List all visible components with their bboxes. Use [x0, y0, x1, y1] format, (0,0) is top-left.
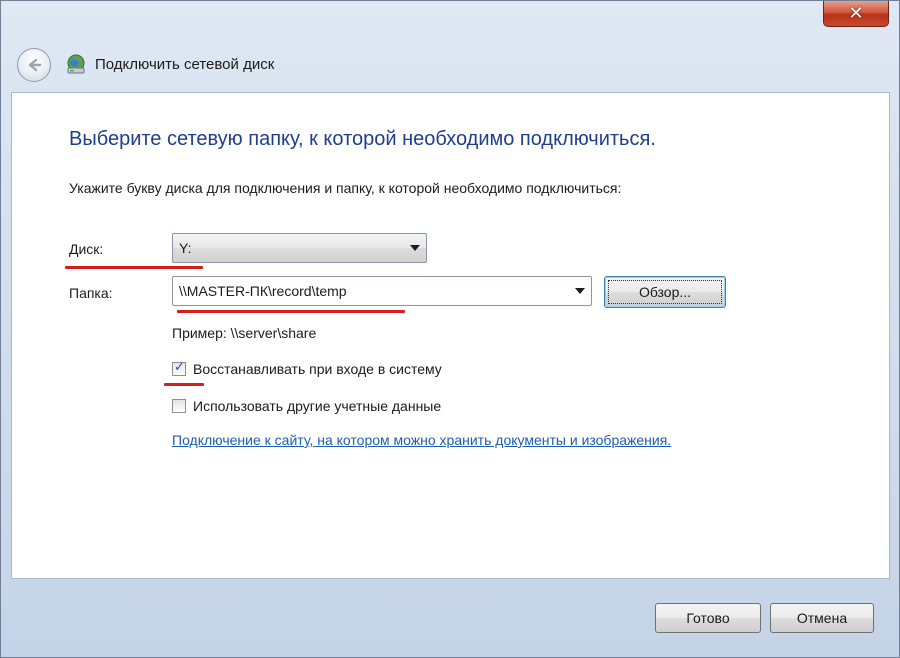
instruction-text: Укажите букву диска для подключения и па…	[69, 180, 622, 196]
cancel-button[interactable]: Отмена	[770, 603, 874, 633]
window-title: Подключить сетевой диск	[95, 56, 275, 73]
back-button[interactable]	[17, 48, 51, 82]
folder-input-value: \\MASTER-ПК\record\temp	[179, 283, 347, 299]
folder-combobox[interactable]: \\MASTER-ПК\record\temp	[172, 276, 592, 306]
chevron-down-icon	[410, 245, 420, 251]
browse-button[interactable]: Обзор...	[604, 276, 726, 308]
focus-rectangle	[608, 280, 722, 304]
page-heading: Выберите сетевую папку, к которой необхо…	[69, 128, 656, 150]
folder-label: Папка:	[69, 285, 113, 301]
annotation-underline-drive	[65, 266, 203, 269]
content-panel: Выберите сетевую папку, к которой необхо…	[11, 92, 890, 579]
back-arrow-icon	[28, 58, 42, 72]
website-connection-link[interactable]: Подключение к сайту, на котором можно хр…	[172, 432, 671, 448]
drive-select-value: Y:	[179, 240, 192, 256]
close-button[interactable]: ✕	[823, 1, 889, 27]
finish-button-label: Готово	[686, 610, 730, 626]
reconnect-label[interactable]: Восстанавливать при входе в систему	[193, 361, 442, 377]
other-credentials-checkbox[interactable]	[172, 399, 186, 413]
other-credentials-label[interactable]: Использовать другие учетные данные	[193, 398, 441, 414]
reconnect-checkbox[interactable]: ✓	[172, 360, 186, 376]
annotation-underline-folder	[177, 310, 405, 313]
network-drive-icon	[67, 54, 85, 74]
drive-select[interactable]: Y:	[172, 233, 427, 263]
cancel-button-label: Отмена	[796, 610, 848, 626]
finish-button[interactable]: Готово	[655, 603, 761, 633]
chevron-down-icon	[575, 288, 585, 294]
map-network-drive-dialog: ✕ Подключить сетевой диск Выберите сетев…	[0, 0, 900, 658]
example-text: Пример: \\server\share	[172, 325, 317, 341]
close-icon: ✕	[848, 3, 864, 24]
drive-label: Диск:	[69, 241, 104, 257]
checkmark-icon: ✓	[174, 360, 185, 375]
annotation-underline-checkbox	[164, 383, 204, 386]
